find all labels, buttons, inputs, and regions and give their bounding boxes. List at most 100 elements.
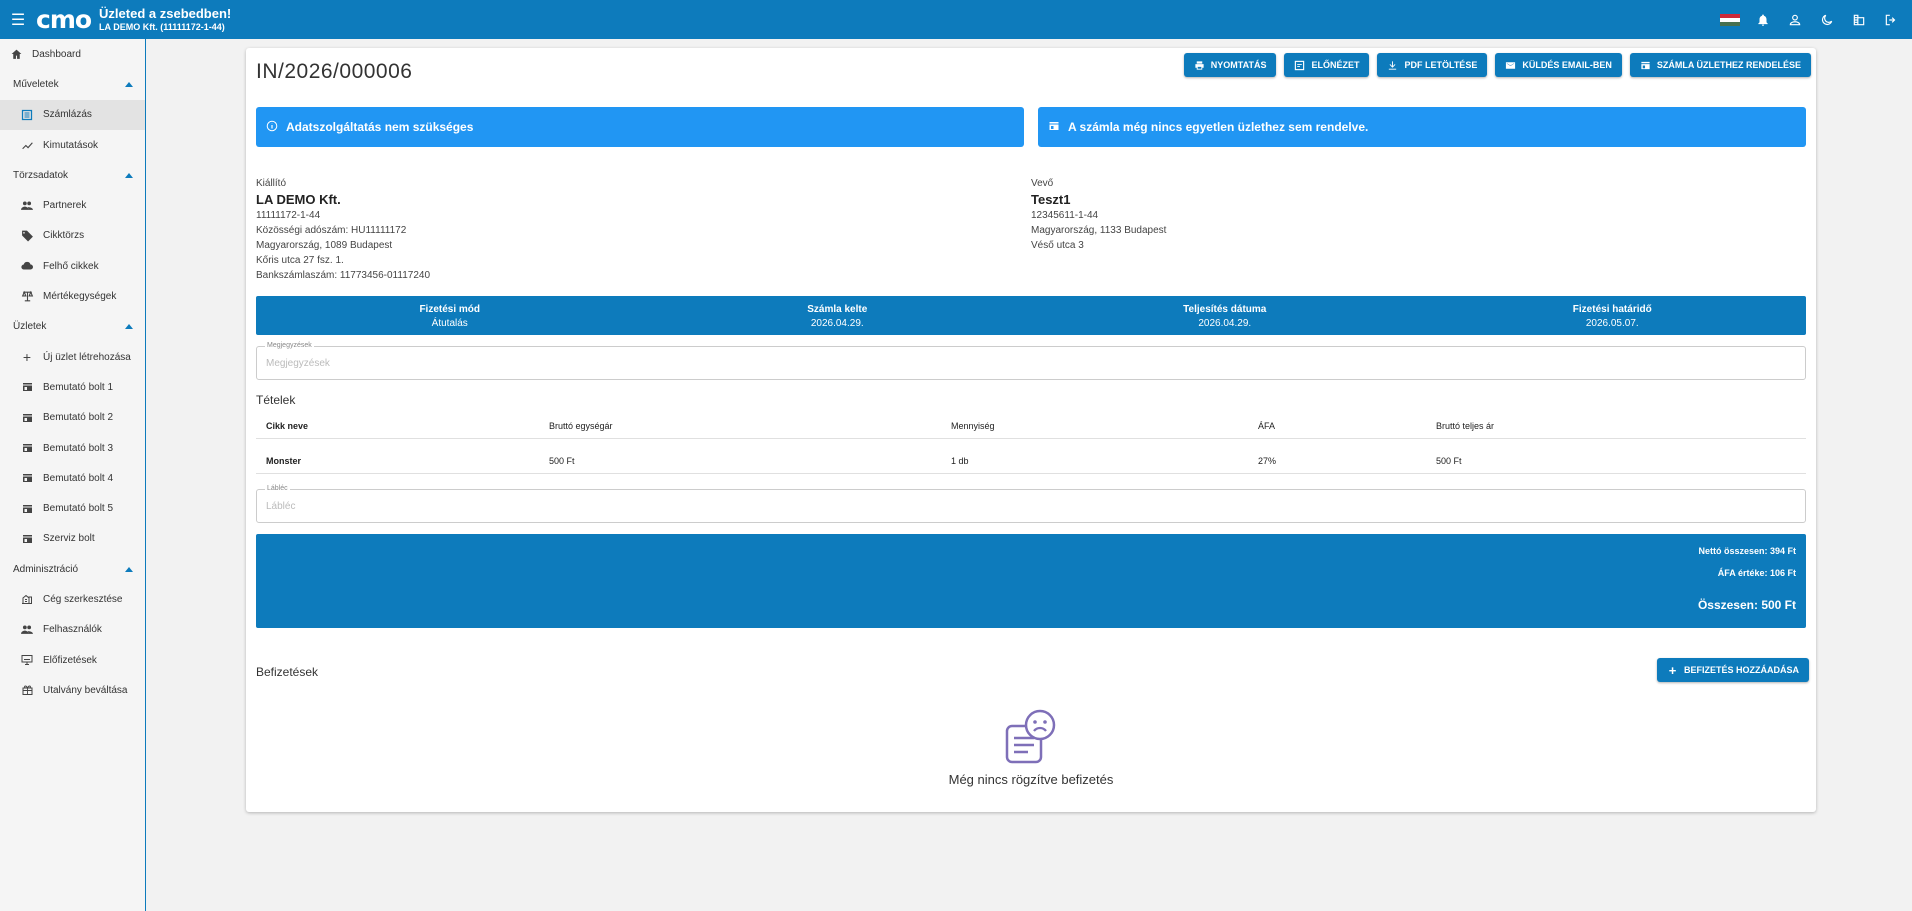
invoice-date-label: Számla kelte <box>807 304 868 315</box>
sidebar-item-felho-cikkek[interactable]: Felhő cikkek <box>0 251 145 281</box>
notes-field[interactable]: Megjegyzések Megjegyzések <box>256 342 1806 380</box>
sidebar-item-uj-uzlet[interactable]: + Új üzlet létrehozása <box>0 342 145 372</box>
sidebar-group-uzletek[interactable]: Üzletek <box>0 312 145 342</box>
language-flag-icon[interactable] <box>1720 13 1740 26</box>
pdf-download-button[interactable]: PDF LETÖLTÉSE <box>1377 53 1488 77</box>
sidebar-group-label: Törzsadatok <box>13 169 69 181</box>
sidebar-group-label: Adminisztráció <box>13 563 79 575</box>
menu-icon[interactable]: ☰ <box>0 0 36 39</box>
logo[interactable]: cmo <box>36 7 92 32</box>
col-name: Cikk neve <box>266 421 309 431</box>
sidebar-item-bolt-3[interactable]: Bemutató bolt 3 <box>0 433 145 463</box>
gross-total: Összesen: 500 Ft <box>1697 598 1796 612</box>
assign-store-button[interactable]: SZÁMLA ÜZLETHEZ RENDELÉSE <box>1629 53 1811 77</box>
chevron-up-icon <box>125 81 133 87</box>
sidebar-item-utalvany[interactable]: Utalvány beváltása <box>0 675 145 705</box>
sidebar-group-label: Üzletek <box>13 321 47 333</box>
sidebar-group-torzsadatok[interactable]: Törzsadatok <box>0 160 145 190</box>
footer-field[interactable]: Lábléc Lábléc <box>256 485 1806 523</box>
issuer-block: Kiállító LA DEMO Kft. 11111172-1-44 Közö… <box>256 176 430 283</box>
sidebar-item-label: Utalvány beváltása <box>43 684 128 696</box>
sidebar-item-label: Új üzlet létrehozása <box>43 351 131 363</box>
chart-icon <box>19 137 35 153</box>
issuer-label: Kiállító <box>256 178 287 189</box>
store-icon <box>19 470 35 486</box>
data-service-alert: Adatszolgáltatás nem szükséges <box>256 107 1024 147</box>
sidebar-group-label: Műveletek <box>13 78 59 90</box>
sidebar-item-label: Előfizetések <box>43 654 97 666</box>
sidebar-item-bolt-5[interactable]: Bemutató bolt 5 <box>0 493 145 523</box>
invoice-date: Számla kelte 2026.04.29. <box>644 296 1032 335</box>
col-total: Bruttó teljes ár <box>1436 421 1495 431</box>
add-payment-button[interactable]: + BEFIZETÉS HOZZÁADÁSA <box>1657 658 1810 682</box>
sidebar-item-label: Bemutató bolt 3 <box>43 442 114 454</box>
completion-date-value: 2026.04.29. <box>1198 318 1252 329</box>
sidebar-item-label: Bemutató bolt 5 <box>43 503 114 515</box>
plus-icon: + <box>1668 662 1677 678</box>
invoice-number: IN/2026/000006 <box>256 60 413 83</box>
sidebar-item-szerviz-bolt[interactable]: Szerviz bolt <box>0 524 145 554</box>
sidebar-item-kimutatasok[interactable]: Kimutatások <box>0 130 145 160</box>
company-icon[interactable] <box>1850 11 1868 29</box>
dark-mode-icon[interactable] <box>1818 11 1836 29</box>
printer-icon <box>1194 60 1205 71</box>
sidebar-item-label: Kimutatások <box>43 139 99 151</box>
tag-icon <box>19 228 35 244</box>
issuer-eu-tax: Közösségi adószám: HU11111172 <box>256 225 407 236</box>
sidebar-item-bolt-2[interactable]: Bemutató bolt 2 <box>0 403 145 433</box>
sidebar-item-felhasznalok[interactable]: Felhasználók <box>0 615 145 645</box>
chevron-up-icon <box>125 172 133 178</box>
footer-placeholder: Lábléc <box>266 501 296 512</box>
sidebar-item-partnerek[interactable]: Partnerek <box>0 190 145 220</box>
sidebar-item-ceg-szerkesztese[interactable]: Cég szerkesztése <box>0 584 145 614</box>
send-email-button[interactable]: KÜLDÉS EMAIL-BEN <box>1495 53 1622 77</box>
item-qty: 1 db <box>951 456 969 466</box>
building-icon <box>19 591 35 607</box>
due-date-value: 2026.05.07. <box>1585 318 1639 329</box>
due-date-label: Fizetési határidő <box>1572 304 1652 315</box>
account-icon[interactable] <box>1786 11 1804 29</box>
buyer-block: Vevő Teszt1 12345611-1-44 Magyarország, … <box>1031 176 1166 253</box>
invoice-icon <box>19 107 35 123</box>
completion-date: Teljesítés dátuma 2026.04.29. <box>1031 296 1419 335</box>
sidebar-group-adminisztracio[interactable]: Adminisztráció <box>0 554 145 584</box>
top-actions <box>1720 0 1900 39</box>
sidebar-item-label: Szerviz bolt <box>43 533 95 545</box>
not-assigned-alert-text: A számla még nincs egyetlen üzlethez sem… <box>1068 120 1369 134</box>
print-button[interactable]: NYOMTATÁS <box>1183 53 1277 77</box>
preview-button[interactable]: ELŐNÉZET <box>1284 53 1370 77</box>
store-icon <box>19 531 35 547</box>
issuer-tax: 11111172-1-44 <box>256 210 321 221</box>
store-icon <box>19 410 35 426</box>
sidebar: Dashboard Műveletek Számlázás Kimutatáso… <box>0 39 146 911</box>
due-date: Fizetési határidő 2026.05.07. <box>1419 296 1807 335</box>
sidebar-item-mertekegysegek[interactable]: Mértékegységek <box>0 281 145 311</box>
logout-icon[interactable] <box>1882 11 1900 29</box>
sidebar-item-bolt-1[interactable]: Bemutató bolt 1 <box>0 372 145 402</box>
store-icon <box>19 379 35 395</box>
item-vat: 27% <box>1258 456 1277 466</box>
no-payments-state: Még nincs rögzítve befizetés <box>256 708 1806 787</box>
sidebar-item-szamlazas[interactable]: Számlázás <box>0 99 145 130</box>
table-row[interactable]: Monster 500 Ft 1 db 27% 500 Ft <box>256 446 1806 474</box>
shop-info: Üzleted a zsebedben! LA DEMO Kft. (11111… <box>99 6 231 32</box>
sidebar-item-label: Cikktörzs <box>43 230 85 242</box>
sidebar-item-cikktorzs[interactable]: Cikktörzs <box>0 221 145 251</box>
buyer-label: Vevő <box>1031 178 1054 189</box>
sidebar-item-bolt-4[interactable]: Bemutató bolt 4 <box>0 463 145 493</box>
people-icon <box>19 622 35 638</box>
col-vat: ÁFA <box>1258 421 1276 431</box>
bell-icon[interactable] <box>1754 11 1772 29</box>
sidebar-group-muveletek[interactable]: Műveletek <box>0 69 145 99</box>
no-payments-message: Még nincs rögzítve befizetés <box>948 772 1114 787</box>
not-assigned-alert: A számla még nincs egyetlen üzlethez sem… <box>1038 107 1806 147</box>
buyer-street: Véső utca 3 <box>1031 240 1084 251</box>
top-app-bar: ☰ cmo Üzleted a zsebedben! LA DEMO Kft. … <box>0 0 1912 39</box>
footer-label: Lábléc <box>265 485 290 492</box>
sidebar-item-elofizetesek[interactable]: Előfizetések <box>0 645 145 675</box>
sidebar-item-dashboard[interactable]: Dashboard <box>0 39 145 69</box>
data-service-alert-text: Adatszolgáltatás nem szükséges <box>286 120 474 134</box>
col-unit-price: Bruttó egységár <box>549 421 613 431</box>
store-icon <box>1640 60 1651 71</box>
items-table-header: Cikk neve Bruttó egységár Mennyiség ÁFA … <box>256 411 1806 439</box>
